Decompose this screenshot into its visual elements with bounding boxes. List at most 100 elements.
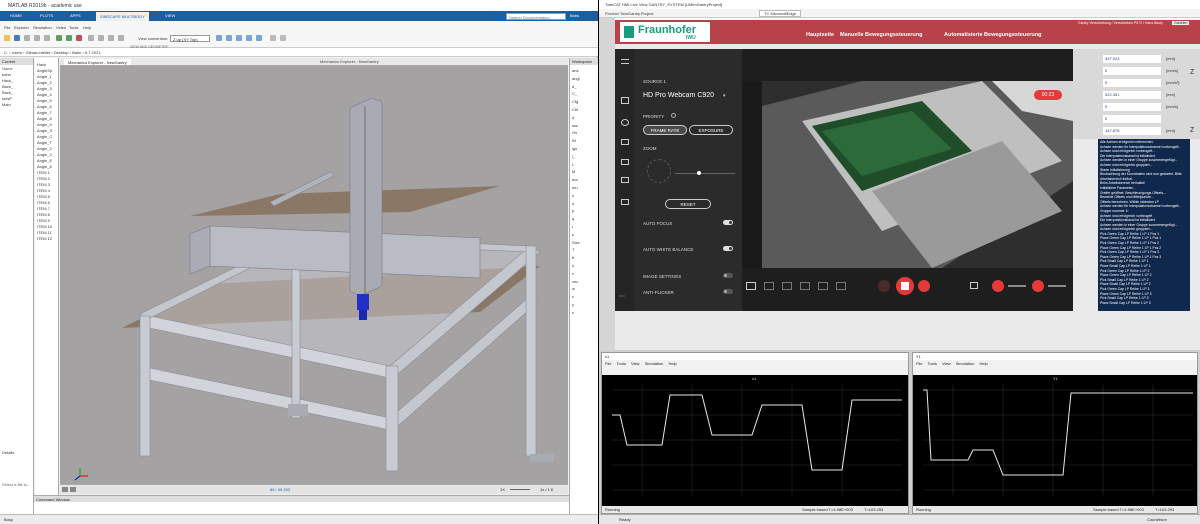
scope-menu-view[interactable]: View (631, 361, 640, 366)
tree-item[interactable]: ITEM 4 (37, 188, 50, 193)
menu-video[interactable]: Video (56, 25, 66, 30)
zoom-slider-track[interactable] (675, 173, 735, 174)
tab-plots[interactable]: PLOTS (40, 13, 53, 18)
tree-item[interactable]: Angle_2 (37, 80, 52, 85)
workspace-variable[interactable]: p (572, 208, 574, 213)
tree-item[interactable]: Angle_3 (37, 86, 52, 91)
menu-help[interactable]: Help (83, 25, 91, 30)
view-side-icon[interactable] (256, 35, 262, 41)
save-icon[interactable] (14, 35, 20, 41)
tree-item[interactable]: Angle_C (37, 134, 52, 139)
run-icon[interactable] (56, 35, 62, 41)
workspace-variable[interactable]: L (572, 162, 574, 167)
chevron-down-icon[interactable]: ▾ (723, 93, 726, 99)
workspace-variable[interactable]: d_ (572, 84, 576, 89)
process-log[interactable]: Alle Achsen erfolgreich referenziert. Ach… (1098, 139, 1190, 311)
layout-6-icon[interactable] (836, 282, 846, 290)
layout-1-icon[interactable] (746, 282, 756, 290)
column-header-name[interactable]: Name (0, 65, 33, 71)
layout-2-icon[interactable] (764, 282, 774, 290)
pan-tilt-control[interactable] (647, 159, 671, 183)
zoom-slider-knob[interactable] (697, 171, 701, 175)
priority-frame-rate-button[interactable]: FRAME RATE (643, 125, 687, 135)
user-name[interactable]: Bobs (570, 13, 579, 18)
tree-item[interactable]: ITEM 3 (37, 182, 50, 187)
tree-item[interactable]: Angle_8 (37, 116, 52, 121)
workspace-variable[interactable]: tt (572, 255, 574, 260)
workspace-variable[interactable]: Cfg (572, 99, 578, 104)
tree-item[interactable]: Angle_6 (37, 164, 52, 169)
browser-tab[interactable]: TC MicrosoftEdge (759, 10, 802, 17)
stop-icon[interactable] (76, 35, 82, 41)
auto-white-balance-toggle[interactable] (723, 246, 733, 251)
play-icon[interactable] (70, 487, 76, 492)
anti-flicker-toggle[interactable] (723, 289, 733, 294)
open-icon[interactable] (4, 35, 10, 41)
view-iso-icon[interactable] (246, 35, 252, 41)
file-item[interactable]: Back_ (2, 90, 13, 95)
workspace-variable[interactable]: ma (572, 177, 578, 182)
workspace-variable[interactable]: ans (572, 68, 578, 73)
tree-item[interactable]: Hack (37, 62, 46, 67)
address-segment[interactable]: Gilmar.mteller (26, 50, 51, 55)
scope-menu-file[interactable]: File (916, 361, 922, 366)
auto-focus-toggle[interactable] (723, 220, 733, 225)
tree-item[interactable]: ITEM 5 (37, 194, 50, 199)
file-item[interactable]: Back_ (2, 84, 13, 89)
scope-menu-file[interactable]: File (605, 361, 611, 366)
tree-item[interactable]: Angle_6 (37, 104, 52, 109)
nav-hauptseite[interactable]: Hauptseite (806, 32, 834, 38)
display-icon[interactable] (621, 177, 629, 183)
scope-menu-help[interactable]: Help (980, 361, 988, 366)
tools-icon[interactable] (621, 119, 629, 126)
workspace-variable[interactable]: x (572, 294, 574, 299)
tab-apps[interactable]: APPS (70, 13, 81, 18)
pause-button[interactable] (878, 280, 890, 292)
layout-3-icon[interactable] (782, 282, 792, 290)
tree-item[interactable]: Angle_T (37, 140, 52, 145)
workspace-variable[interactable]: d (572, 115, 574, 120)
file-item[interactable]: bahn (2, 72, 11, 77)
paste-icon[interactable] (44, 35, 50, 41)
address-segment[interactable]: Desktop (54, 50, 69, 55)
speed-slider[interactable] (510, 489, 530, 490)
menu-simulation[interactable]: Simulation (33, 25, 52, 30)
menu-file[interactable]: File (4, 25, 10, 30)
workspace-variable[interactable]: y (572, 302, 574, 307)
address-segment[interactable]: Users (12, 50, 22, 55)
tree-item[interactable]: ITEM 11 (37, 230, 52, 235)
speaker-button[interactable] (1032, 280, 1044, 292)
camera-icon[interactable] (270, 35, 276, 41)
tree-item[interactable]: Angle_1 (37, 74, 52, 79)
file-item[interactable]: Hack_ (2, 78, 13, 83)
priority-exposure-button[interactable]: EXPOSURE (689, 125, 733, 135)
copy-icon[interactable] (34, 35, 40, 41)
layout-4-icon[interactable] (800, 282, 810, 290)
scope-menu-view[interactable]: View (942, 361, 951, 366)
view-convention-select[interactable]: Z up (XY Top) (170, 35, 210, 42)
tree-item[interactable]: ITEM 7 (37, 206, 50, 211)
tab-home[interactable]: HOME (10, 13, 22, 18)
workspace-variable[interactable]: vec (572, 279, 578, 284)
zoom-out-icon[interactable] (98, 35, 104, 41)
address-segment[interactable]: 6.7.2021 (85, 50, 101, 55)
workspace-variable[interactable]: l_ (572, 154, 575, 159)
frames-icon[interactable] (280, 35, 286, 41)
logout-button[interactable]: Gantrien (1172, 21, 1190, 25)
scope-plot[interactable]: x1 (602, 375, 908, 506)
address-segment[interactable]: C: (4, 50, 8, 55)
tree-item[interactable]: Angle_S (37, 128, 52, 133)
gantry-3d-model[interactable] (60, 66, 568, 484)
workspace-variable[interactable]: M (572, 169, 575, 174)
tree-item[interactable]: ITEM 10 (37, 224, 52, 229)
reset-button[interactable]: RESET (665, 199, 711, 209)
pan-icon[interactable] (108, 35, 114, 41)
workspace-variable[interactable]: Gs (572, 130, 577, 135)
tree-item[interactable]: Angle_E (37, 158, 52, 163)
workspace-variable[interactable]: lgs (572, 146, 577, 151)
search-documentation-input[interactable]: Search Documentation (506, 13, 566, 20)
scope-menu-simulation[interactable]: Simulation (956, 361, 975, 366)
document-tab[interactable]: Mechanics Explorer - NewGantry (64, 59, 131, 65)
playback-speed[interactable]: 1X (500, 487, 505, 492)
workspace-variable[interactable]: o (572, 201, 574, 206)
